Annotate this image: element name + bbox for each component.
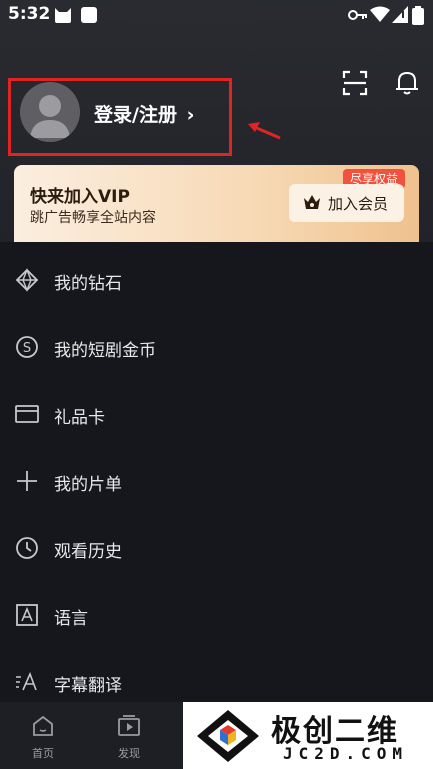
menu-item-language[interactable]: 语言 [0,582,433,649]
subtitle-icon [16,671,37,691]
scan-icon[interactable] [342,70,368,96]
watermark-url: JC2D.COM [283,744,409,763]
battery-icon [412,6,424,25]
key-icon [348,10,367,20]
vip-subtitle: 跳广告畅享全站内容 [30,210,156,226]
plus-icon [17,471,37,491]
coin-icon: S [16,336,38,358]
menu-item-playlist[interactable]: 我的片单 [0,448,433,515]
nav-label: 首页 [32,747,54,760]
menu-item-gift-card[interactable]: 礼品卡 [0,381,433,448]
watermark-logo [197,710,259,762]
wifi-icon [370,6,390,22]
watermark: 极创二维 JC2D.COM [183,702,433,769]
nav-discover[interactable]: 发现 [86,702,172,769]
diamond-icon [15,268,39,292]
nav-label: 发现 [118,747,140,760]
language-icon [16,604,38,626]
menu-label: 我的片单 [54,475,122,495]
app-square-icon [81,7,97,23]
discover-icon [118,715,140,736]
menu-label: 我的钻石 [54,274,122,294]
status-bar: 5:32 [0,0,433,30]
menu-item-diamonds[interactable]: 我的钻石 [0,247,433,314]
vip-title: 快来加入VIP [30,187,130,207]
screen: 5:32 登录/注册 › 快来加入VIP 跳广告畅享全站内容 尽享权益 加入会员… [0,0,433,769]
signal-icon [392,6,408,23]
cat-icon [55,8,71,23]
menu-list: 我的钻石 S 我的短剧金币 礼品卡 我的片单 观看历史 语言 字幕翻译 [0,242,433,702]
menu-label: 我的短剧金币 [54,341,156,361]
join-vip-button[interactable]: 加入会员 [289,184,404,222]
menu-label: 礼品卡 [54,408,105,428]
bell-icon[interactable] [395,70,419,96]
clock-icon [16,537,38,559]
nav-home[interactable]: 首页 [0,702,86,769]
highlight-box-annotation [8,78,232,156]
menu-item-history[interactable]: 观看历史 [0,515,433,582]
home-icon [33,715,53,736]
crown-icon [304,195,320,209]
svg-text:S: S [23,341,31,356]
red-arrow-annotation [248,122,281,140]
join-vip-label: 加入会员 [328,195,389,213]
status-time: 5:32 [8,4,51,24]
menu-label: 观看历史 [54,542,122,562]
menu-label: 语言 [54,609,88,629]
menu-label: 字幕翻译 [54,676,122,696]
card-icon [15,405,39,423]
menu-item-coins[interactable]: S 我的短剧金币 [0,314,433,381]
